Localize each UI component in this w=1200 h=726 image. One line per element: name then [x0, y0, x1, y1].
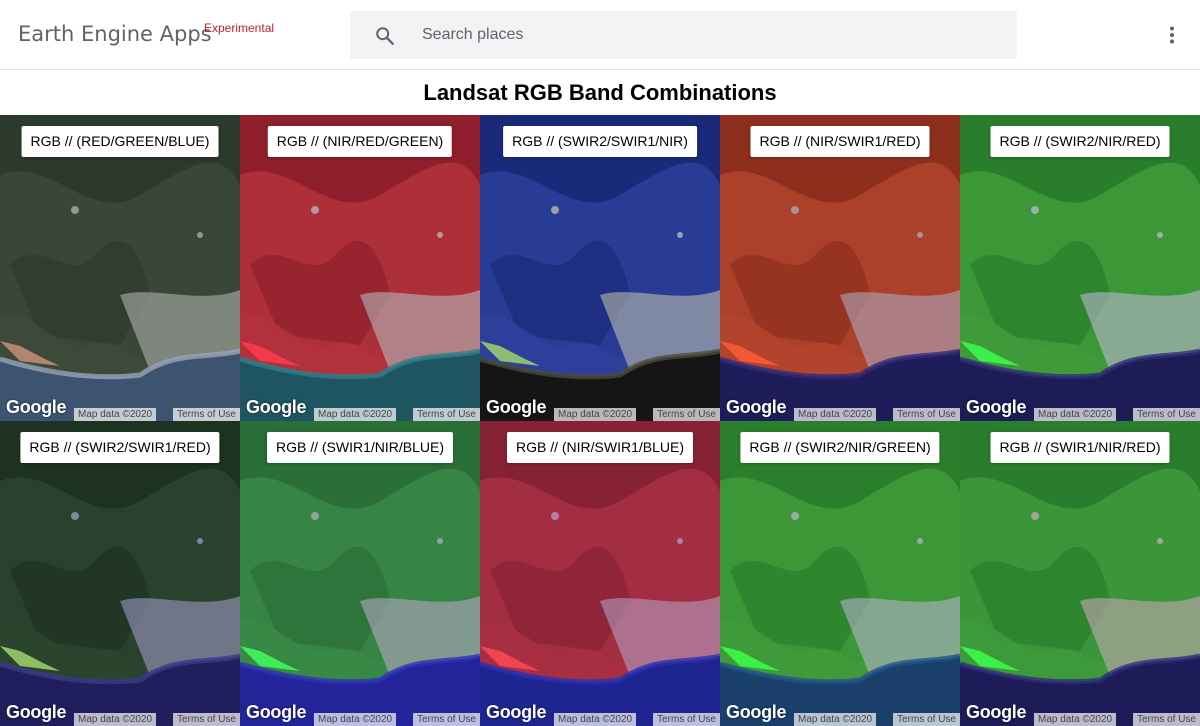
google-logo[interactable]: Google: [966, 702, 1027, 723]
terms-of-use-link[interactable]: Terms of Use: [893, 713, 960, 726]
satellite-map[interactable]: [240, 115, 480, 421]
google-logo[interactable]: Google: [726, 702, 787, 723]
terms-of-use-link[interactable]: Terms of Use: [653, 408, 720, 421]
satellite-map[interactable]: [480, 115, 720, 421]
map-panel[interactable]: RGB // (SWIR2/NIR/GREEN) Google Map data ©…: [720, 421, 960, 726]
search-box[interactable]: [350, 11, 1017, 59]
map-data-attribution[interactable]: Map data ©2020: [554, 408, 637, 421]
google-logo[interactable]: Google: [486, 397, 547, 418]
map-panel[interactable]: RGB // (SWIR1/NIR/BLUE) Google Map data ©2…: [240, 421, 480, 726]
band-combination-label: RGB // (SWIR2/NIR/GREEN): [740, 432, 940, 463]
terms-of-use-link[interactable]: Terms of Use: [173, 408, 240, 421]
map-panel[interactable]: RGB // (NIR/SWIR1/BLUE) Google Map data ©2…: [480, 421, 720, 726]
search-input[interactable]: [422, 11, 1002, 59]
terms-of-use-link[interactable]: Terms of Use: [173, 713, 240, 726]
band-combination-label: RGB // (SWIR2/SWIR1/NIR): [503, 126, 697, 157]
map-grid: RGB // (RED/GREEN/BLUE) Google Map data ©2…: [0, 115, 1200, 726]
map-data-attribution[interactable]: Map data ©2020: [314, 713, 397, 726]
map-data-attribution[interactable]: Map data ©2020: [1034, 408, 1117, 421]
band-combination-label: RGB // (NIR/SWIR1/BLUE): [506, 432, 694, 463]
terms-of-use-link[interactable]: Terms of Use: [893, 408, 960, 421]
satellite-map[interactable]: [720, 421, 960, 726]
satellite-map[interactable]: [720, 115, 960, 421]
map-data-attribution[interactable]: Map data ©2020: [554, 713, 637, 726]
band-combination-label: RGB // (RED/GREEN/BLUE): [21, 126, 219, 157]
terms-of-use-link[interactable]: Terms of Use: [413, 713, 480, 726]
google-logo[interactable]: Google: [486, 702, 547, 723]
google-logo[interactable]: Google: [246, 702, 307, 723]
band-combination-label: RGB // (SWIR1/NIR/BLUE): [266, 432, 454, 463]
map-data-attribution[interactable]: Map data ©2020: [794, 713, 877, 726]
title-bar: Landsat RGB Band Combinations: [0, 70, 1200, 115]
map-panel[interactable]: RGB // (SWIR1/NIR/RED) Google Map data ©20…: [960, 421, 1200, 726]
map-data-attribution[interactable]: Map data ©2020: [794, 408, 877, 421]
more-vert-icon[interactable]: [1160, 23, 1184, 47]
terms-of-use-link[interactable]: Terms of Use: [1133, 713, 1200, 726]
map-data-attribution[interactable]: Map data ©2020: [74, 713, 157, 726]
google-logo[interactable]: Google: [6, 397, 67, 418]
map-data-attribution[interactable]: Map data ©2020: [74, 408, 157, 421]
google-logo[interactable]: Google: [726, 397, 787, 418]
band-combination-label: RGB // (NIR/RED/GREEN): [267, 126, 453, 157]
band-combination-label: RGB // (SWIR2/SWIR1/RED): [20, 432, 220, 463]
experimental-badge: Experimental: [204, 21, 275, 35]
terms-of-use-link[interactable]: Terms of Use: [413, 408, 480, 421]
satellite-map[interactable]: [960, 115, 1200, 421]
terms-of-use-link[interactable]: Terms of Use: [653, 713, 720, 726]
google-logo[interactable]: Google: [6, 702, 67, 723]
terms-of-use-link[interactable]: Terms of Use: [1133, 408, 1200, 421]
map-panel[interactable]: RGB // (NIR/SWIR1/RED) Google Map data ©20…: [720, 115, 960, 421]
satellite-map[interactable]: [240, 421, 480, 726]
map-panel[interactable]: RGB // (NIR/RED/GREEN) Google Map data ©20…: [240, 115, 480, 421]
page-title: Landsat RGB Band Combinations: [423, 80, 777, 105]
map-panel[interactable]: RGB // (SWIR2/SWIR1/RED) Google Map data ©…: [0, 421, 240, 726]
search-icon[interactable]: [374, 25, 396, 47]
satellite-map[interactable]: [0, 421, 240, 726]
satellite-map[interactable]: [480, 421, 720, 726]
app-brand[interactable]: Earth Engine Apps: [18, 22, 212, 46]
map-panel[interactable]: RGB // (RED/GREEN/BLUE) Google Map data ©2…: [0, 115, 240, 421]
satellite-map[interactable]: [960, 421, 1200, 726]
band-combination-label: RGB // (NIR/SWIR1/RED): [750, 126, 930, 157]
app-header: Earth Engine Apps Experimental: [0, 0, 1200, 70]
map-panel[interactable]: RGB // (SWIR2/NIR/RED) Google Map data ©20…: [960, 115, 1200, 421]
map-data-attribution[interactable]: Map data ©2020: [1034, 713, 1117, 726]
satellite-map[interactable]: [0, 115, 240, 421]
google-logo[interactable]: Google: [966, 397, 1027, 418]
map-data-attribution[interactable]: Map data ©2020: [314, 408, 397, 421]
band-combination-label: RGB // (SWIR1/NIR/RED): [990, 432, 1170, 463]
google-logo[interactable]: Google: [246, 397, 307, 418]
band-combination-label: RGB // (SWIR2/NIR/RED): [990, 126, 1170, 157]
map-panel[interactable]: RGB // (SWIR2/SWIR1/NIR) Google Map data ©…: [480, 115, 720, 421]
